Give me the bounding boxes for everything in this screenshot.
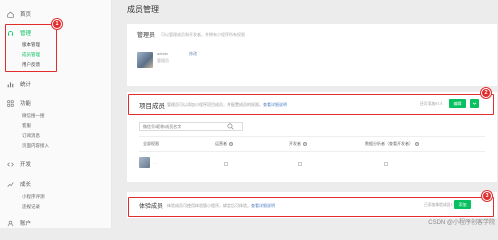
sidebar-item-content[interactable]: 页面内容接入 [22, 142, 49, 150]
project-help-link[interactable]: 查看详细说明 [263, 102, 287, 107]
experience-title: 体验成员 [139, 204, 164, 210]
page-title: 成员管理 [127, 5, 159, 14]
experience-help-link[interactable]: 查看详细说明 [251, 203, 275, 208]
project-title: 项目成员 [139, 103, 165, 110]
sidebar-item-account[interactable]: 账户 [0, 217, 110, 229]
code-icon [7, 161, 14, 168]
column-header: 开发者? [289, 141, 307, 146]
help-icon[interactable]: ? [415, 142, 419, 146]
step-badge: 1 [52, 19, 62, 29]
help-icon[interactable]: ? [229, 142, 233, 146]
chart-icon [7, 81, 14, 88]
sidebar-item-violations[interactable]: 违规记录 [22, 203, 40, 211]
admin-edit-link[interactable]: 修改 [189, 51, 197, 57]
grid-icon [7, 99, 14, 107]
avatar [137, 52, 153, 68]
sidebar: 首页 管理 版本管理 成员管理 用户反馈 统计 功能 微信搜一搜 客服 订阅消息… [0, 0, 112, 228]
edit-button[interactable]: 编辑 [449, 99, 466, 108]
sidebar-item-version[interactable]: 版本管理 [22, 41, 40, 49]
admin-name: admin [157, 51, 168, 56]
column-header: 全部权限 [143, 141, 159, 146]
permission-checkbox[interactable] [384, 162, 388, 166]
sidebar-item-label: 账户 [20, 221, 32, 227]
sidebar-item-service[interactable]: 客服 [22, 122, 31, 130]
column-header: 数据分析者（查看开发者）? [365, 141, 419, 146]
headset-icon [7, 30, 14, 37]
step-badge: 3 [482, 191, 492, 201]
home-icon [7, 11, 14, 18]
admin-desc: 可以管理成员和开发者，并拥有小程序所有权限 [161, 32, 245, 37]
watermark: CSDN @小程序创客学院 [428, 220, 495, 226]
sidebar-item-features[interactable]: 功能 [0, 97, 110, 109]
sidebar-item-stats[interactable]: 统计 [0, 78, 110, 90]
project-members-header: 项目成员 管理员可以添加小程序项目成员，并配置成员的权限。查看详细说明 还可添加… [127, 92, 497, 116]
step-badge: 2 [481, 88, 491, 98]
admin-title: 管理员 [137, 33, 156, 39]
permission-checkbox[interactable] [224, 162, 228, 166]
project-count: 还可添加97人 [420, 102, 444, 106]
column-header: 运营者? [215, 141, 233, 146]
sidebar-item-evaluation[interactable]: 小程序评测 [22, 193, 45, 201]
admin-role: 管理员 [157, 58, 169, 63]
experience-members-card: 体验成员 体验成员可使用体验版小程序，绑定后可体验。查看详细说明 已添加体验成员… [127, 192, 497, 218]
sidebar-item-growth[interactable]: 成长 [0, 178, 110, 190]
sidebar-item-members[interactable]: 成员管理 [22, 51, 40, 59]
growth-icon [7, 181, 14, 188]
member-name: ··· [153, 161, 157, 166]
search-icon[interactable] [227, 123, 234, 130]
divider [139, 136, 485, 137]
permission-checkbox[interactable] [298, 162, 302, 166]
sidebar-item-label: 功能 [20, 101, 32, 107]
sidebar-item-search[interactable]: 微信搜一搜 [22, 112, 45, 120]
experience-count: 已添加体验成员1个 [424, 203, 457, 207]
avatar [139, 157, 150, 168]
project-members-table: 全部权限 运营者? 开发者? 数据分析者（查看开发者）? ··· [127, 116, 497, 182]
sidebar-item-label: 成长 [20, 182, 32, 188]
sidebar-item-label: 管理 [20, 31, 32, 37]
admin-card: 管理员 可以管理成员和开发者，并拥有小程序所有权限 admin 修改 管理员 · [127, 24, 497, 86]
expand-button[interactable] [470, 99, 479, 108]
experience-desc: 体验成员可使用体验版小程序，绑定后可体验。查看详细说明 [167, 203, 275, 208]
sidebar-item-label: 首页 [20, 12, 32, 18]
chevron-down-icon [472, 102, 477, 105]
add-button[interactable]: 添加 [454, 200, 471, 209]
divider [139, 151, 485, 152]
project-desc: 管理员可以添加小程序项目成员，并配置成员的权限。查看详细说明 [167, 102, 287, 107]
sidebar-item-feedback[interactable]: 用户反馈 [22, 61, 40, 69]
sidebar-item-dev[interactable]: 开发 [0, 158, 110, 170]
help-icon[interactable]: ? [303, 142, 307, 146]
admin-extra: · [157, 64, 159, 69]
user-icon [7, 220, 14, 227]
sidebar-item-label: 开发 [20, 162, 32, 168]
sidebar-item-label: 统计 [20, 82, 32, 88]
sidebar-item-subscribe[interactable]: 订阅消息 [22, 132, 40, 140]
